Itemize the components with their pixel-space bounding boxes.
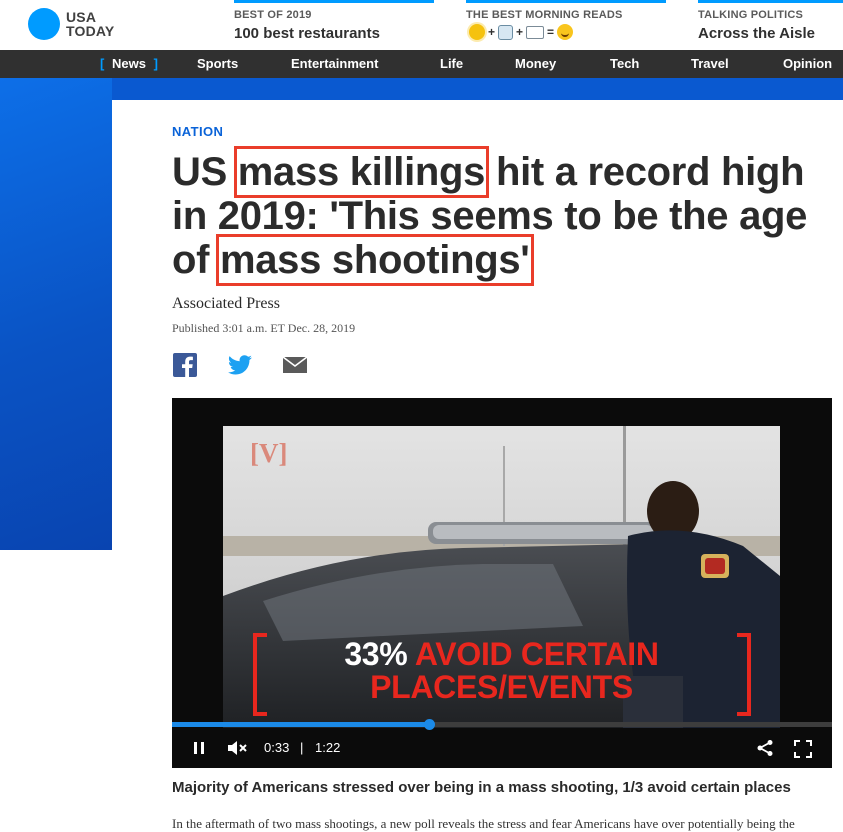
usa-today-logo[interactable]: USA TODAY [28, 8, 114, 40]
newspaper-icon [526, 25, 545, 39]
video-progress-fill [172, 722, 430, 727]
video-caption: Majority of Americans stressed over bein… [172, 779, 791, 796]
fullscreen-icon[interactable] [794, 740, 812, 761]
promo-stripe [234, 0, 434, 3]
coffee-cup-icon [498, 24, 514, 40]
overlay-line2: PLACES/EVENTS [370, 669, 633, 705]
nav-item-entertainment[interactable]: Entertainment [291, 50, 378, 78]
nav-active-bracket-left: [ [100, 56, 105, 71]
twitter-icon[interactable] [227, 352, 253, 378]
smiley-icon [557, 24, 574, 40]
nav-item-news[interactable]: [ News ] [100, 50, 158, 78]
byline: Associated Press [172, 295, 280, 312]
video-time-separator: | [300, 740, 304, 755]
promo-kicker: THE BEST MORNING READS [466, 9, 623, 21]
share-icon[interactable] [756, 739, 774, 760]
plus-sign: + [516, 25, 524, 39]
pause-icon[interactable] [192, 741, 206, 758]
emoji-equation: + + = [466, 24, 666, 40]
plus-sign: + [488, 25, 496, 39]
video-frame[interactable]: [V] 33% AVOID CERTAIN PLACES/EVENTS [223, 426, 780, 728]
article-title: US mass killings hit a record high in 20… [172, 146, 822, 286]
promo-kicker: TALKING POLITICS [698, 9, 804, 21]
nav-item-money[interactable]: Money [515, 50, 556, 78]
title-highlight-mass-shootings: mass shootings' [215, 234, 534, 286]
promo-talking-politics[interactable]: TALKING POLITICS Across the Aisle [698, 0, 843, 50]
video-progress-handle[interactable] [424, 719, 436, 730]
nav-item-sports[interactable]: Sports [197, 50, 238, 78]
mute-icon[interactable] [227, 740, 247, 759]
sun-icon [469, 24, 485, 40]
nav-item-opinion[interactable]: Opinion [783, 50, 832, 78]
promo-headline: 100 best restaurants [234, 25, 380, 42]
article-body-preview: In the aftermath of two mass shootings, … [172, 816, 795, 831]
nav-item-travel[interactable]: Travel [691, 50, 729, 78]
nav-item-life[interactable]: Life [440, 50, 463, 78]
promo-stripe [466, 0, 666, 3]
section-label[interactable]: NATION [172, 124, 223, 139]
overlay-line1: AVOID CERTAIN [414, 636, 659, 672]
promo-stripe [698, 0, 843, 3]
video-current-time: 0:33 [264, 740, 290, 755]
promo-kicker: BEST OF 2019 [234, 9, 312, 21]
video-progress-bar[interactable] [172, 719, 832, 730]
hero-blue-band [0, 78, 843, 100]
promo-headline: Across the Aisle [698, 25, 815, 42]
overlay-text: 33% AVOID CERTAIN PLACES/EVENTS [223, 638, 780, 704]
overlay-number: 33% [344, 636, 408, 672]
hero-blue-panel [0, 78, 112, 550]
main-nav: [ News ] Sports Entertainment Life Money… [0, 50, 843, 78]
top-promo-bar: USA TODAY BEST OF 2019 100 best restaura… [0, 0, 843, 50]
facebook-icon[interactable] [172, 352, 198, 378]
video-player[interactable]: [V] 33% AVOID CERTAIN PLACES/EVENTS 0:33… [172, 398, 832, 768]
email-icon[interactable] [282, 352, 308, 378]
equals-sign: = [547, 25, 555, 39]
logo-circle-icon [28, 8, 60, 40]
video-watermark: [V] [250, 438, 288, 468]
video-duration: 1:22 [315, 740, 341, 755]
logo-text-line1: USA [66, 9, 97, 25]
logo-text-line2: TODAY [66, 23, 115, 39]
promo-morning-reads[interactable]: THE BEST MORNING READS + + = [466, 0, 666, 50]
promo-best-of-2019[interactable]: BEST OF 2019 100 best restaurants [234, 0, 434, 50]
title-part: US [172, 150, 238, 194]
published-date: Published 3:01 a.m. ET Dec. 28, 2019 [172, 321, 356, 335]
nav-item-tech[interactable]: Tech [610, 50, 639, 78]
title-highlight-mass-killings: mass killings [233, 146, 490, 198]
nav-label: News [111, 56, 146, 71]
nav-active-bracket-right: ] [153, 56, 158, 71]
